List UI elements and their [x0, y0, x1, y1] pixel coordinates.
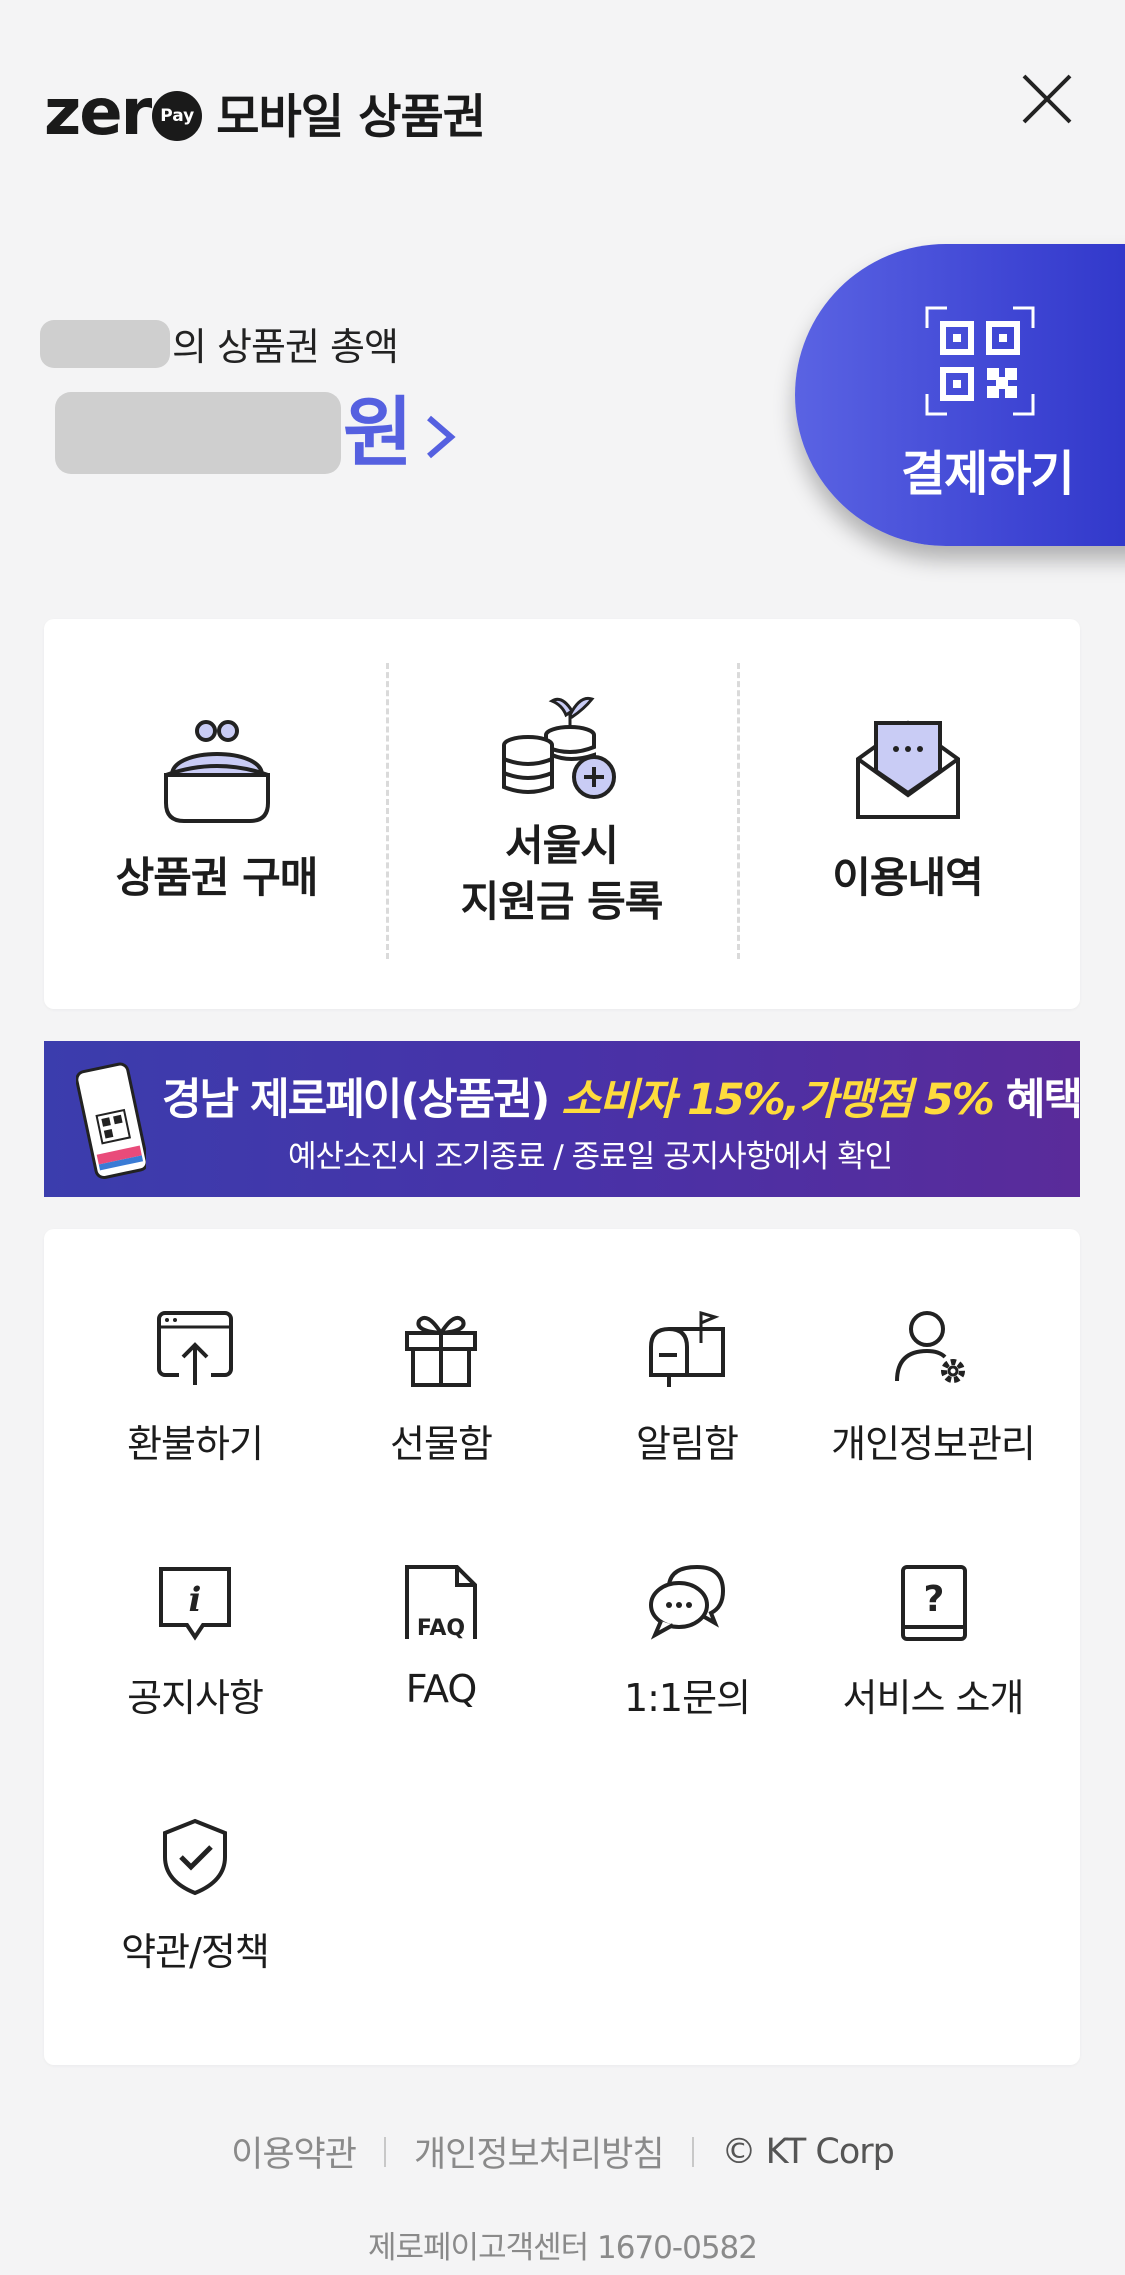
menu-notice-label: 공지사항	[127, 1676, 264, 1720]
envelope-icon	[855, 720, 960, 819]
faq-icon: FAQ	[405, 1565, 477, 1641]
menu-privacy-management[interactable]: 개인정보관리	[810, 1283, 1056, 1483]
help-book-icon: ?	[901, 1565, 967, 1641]
header: zer Pay 모바일 상품권	[0, 0, 1125, 200]
close-icon	[1022, 74, 1072, 124]
banner-consumer-benefit: 소비자 15%	[561, 1075, 786, 1125]
balance-amount-link[interactable]: 원	[55, 392, 457, 474]
menu-purchase-label: 상품권 구매	[115, 853, 319, 902]
zeropay-logo: zer Pay 모바일 상품권	[44, 75, 486, 150]
mailbox-icon	[649, 1311, 725, 1387]
service-menu-card: 환불하기 선물함 알림함 개인정보관리 i 공지사항 FAQ FAQ 1:1문의…	[44, 1229, 1080, 2065]
wallet-icon	[163, 720, 270, 823]
menu-service-intro[interactable]: ? 서비스 소개	[810, 1537, 1056, 1737]
footer-copyright: © KT Corp	[721, 2131, 895, 2172]
banner-headline-prefix: 경남 제로페이(상품권)	[162, 1075, 562, 1125]
menu-subsidy-label-line1: 서울시	[505, 821, 619, 870]
banner-comma: ,	[783, 1075, 800, 1125]
footer-separator	[383, 2136, 386, 2167]
shield-check-icon	[163, 1818, 227, 1896]
menu-terms-policy-label: 약관/정책	[121, 1930, 270, 1974]
menu-inquiry-label: 1:1문의	[623, 1676, 751, 1720]
menu-gift-box[interactable]: 선물함	[318, 1283, 564, 1483]
footer-links: 이용약관 개인정보처리방침 © KT Corp	[0, 2126, 1125, 2177]
banner-headline: 경남 제로페이(상품권) 소비자 15%,가맹점 5% 혜택	[162, 1065, 1080, 1127]
menu-purchase-voucher[interactable]: 상품권 구매	[44, 619, 389, 1009]
page-title: 모바일 상품권	[216, 90, 486, 145]
promo-banner[interactable]: 경남 제로페이(상품권) 소비자 15%,가맹점 5% 혜택 예산소진시 조기종…	[44, 1041, 1080, 1197]
menu-one-on-one-inquiry[interactable]: 1:1문의	[564, 1537, 810, 1737]
chevron-right-icon	[426, 415, 456, 459]
phone-illustration-icon	[76, 1062, 146, 1180]
menu-terms-policy[interactable]: 약관/정책	[72, 1791, 318, 1991]
pay-button-label: 결제하기	[901, 446, 1075, 502]
chat-icon	[649, 1564, 726, 1640]
user-settings-icon	[895, 1311, 965, 1383]
close-button[interactable]	[1020, 72, 1074, 126]
footer-terms-link[interactable]: 이용약관	[231, 2126, 357, 2177]
banner-subtext: 예산소진시 조기종료 / 종료일 공지사항에서 확인	[288, 1139, 893, 1175]
info-icon: i	[159, 1567, 231, 1641]
menu-seoul-subsidy-register[interactable]: 서울시 지원금 등록	[389, 619, 734, 1009]
main-menu-card: 상품권 구매 서울시 지원금 등록 이용내역	[44, 619, 1080, 1009]
menu-notifications[interactable]: 알림함	[564, 1283, 810, 1483]
balance-label-row: 의 상품권 총액	[40, 316, 399, 371]
menu-service-intro-label: 서비스 소개	[842, 1676, 1025, 1720]
footer-privacy-link[interactable]: 개인정보처리방침	[414, 2126, 665, 2177]
qr-scan-icon	[925, 306, 1035, 416]
menu-faq-label: FAQ	[405, 1667, 478, 1711]
menu-usage-label: 이용내역	[832, 853, 984, 902]
svg-text:?: ?	[924, 1579, 945, 1620]
banner-headline-suffix: 혜택	[992, 1075, 1080, 1125]
menu-subsidy-label-line2: 지원금 등록	[460, 877, 664, 926]
menu-privacy-label: 개인정보관리	[831, 1422, 1036, 1466]
menu-notifications-label: 알림함	[636, 1422, 739, 1466]
coins-plus-icon	[501, 696, 616, 799]
masked-balance-amount	[55, 392, 341, 474]
masked-user-name	[40, 319, 170, 368]
menu-gift-label: 선물함	[390, 1422, 493, 1466]
footer-customer-center: 제로페이고객센터 1670-0582	[368, 2230, 758, 2266]
logo-pay-badge: Pay	[152, 90, 203, 141]
menu-refund-label: 환불하기	[127, 1422, 264, 1466]
pay-button[interactable]: 결제하기	[795, 244, 1125, 546]
logo-zero-text: zer	[44, 75, 152, 150]
footer-separator	[691, 2136, 694, 2167]
banner-merchant-benefit: 가맹점 5%	[798, 1075, 995, 1125]
menu-usage-history[interactable]: 이용내역	[735, 619, 1080, 1009]
menu-refund[interactable]: 환불하기	[72, 1283, 318, 1483]
menu-faq[interactable]: FAQ FAQ	[318, 1537, 564, 1737]
gift-icon	[405, 1316, 477, 1387]
menu-notice[interactable]: i 공지사항	[72, 1537, 318, 1737]
currency-unit: 원	[343, 388, 413, 477]
svg-text:i: i	[189, 1580, 202, 1620]
svg-text:FAQ: FAQ	[417, 1616, 465, 1641]
balance-label: 의 상품권 총액	[172, 325, 399, 369]
refund-icon	[157, 1311, 233, 1385]
